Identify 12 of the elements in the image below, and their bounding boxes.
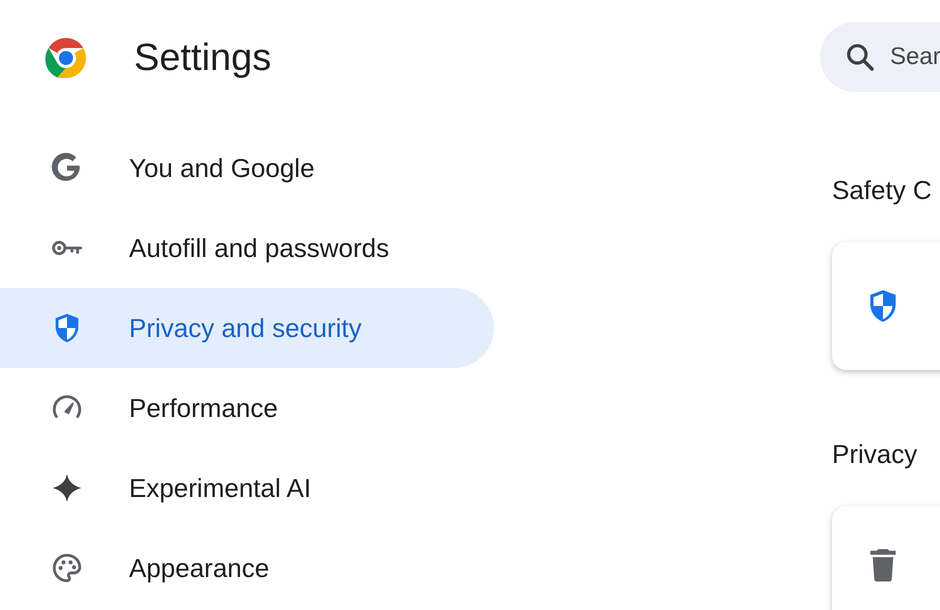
sidebar-item[interactable]: Appearance [0, 528, 494, 608]
palette-icon [50, 551, 84, 585]
section-heading: Safety C [832, 174, 933, 207]
sidebar-item[interactable]: Privacy and security [0, 288, 494, 368]
section-heading: Privacy [832, 438, 918, 471]
sidebar-item[interactable]: Experimental AI [0, 448, 494, 528]
page-title: Settings [134, 36, 272, 80]
search-icon [844, 41, 876, 73]
sidebar-item[interactable]: You and Google [0, 128, 494, 208]
sidebar-item[interactable]: Autofill and passwords [0, 208, 494, 288]
search-input[interactable]: Sear [890, 43, 940, 71]
sidebar-item[interactable]: Performance [0, 368, 494, 448]
